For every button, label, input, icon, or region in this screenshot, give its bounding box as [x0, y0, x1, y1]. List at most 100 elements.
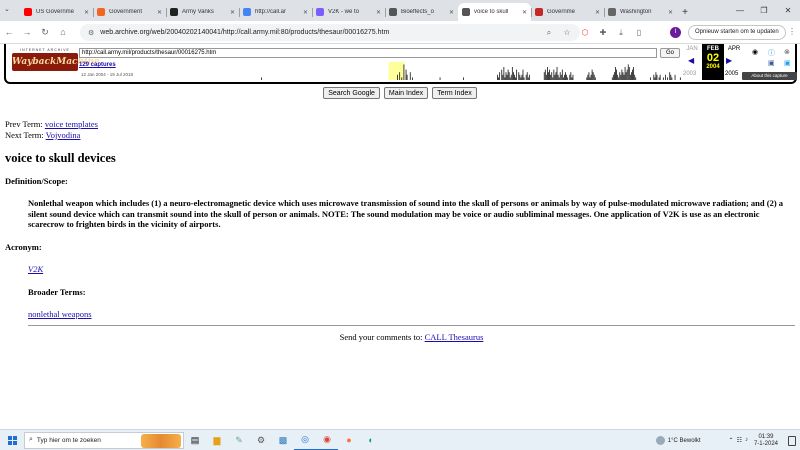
twitter-icon[interactable]: ▣: [784, 59, 791, 67]
sparkline-bar: [632, 69, 633, 80]
sparkline-bar: [549, 69, 551, 80]
tab-close-icon[interactable]: ✕: [230, 9, 235, 16]
maximize-icon[interactable]: ❐: [752, 0, 776, 21]
next-capture-arrow-icon[interactable]: ▶: [726, 56, 732, 65]
browser-tab[interactable]: voice to skull ✕: [458, 3, 531, 21]
prev-month-label: JAN: [686, 46, 698, 52]
go-button[interactable]: Go: [660, 48, 680, 58]
wayback-logo[interactable]: INTERNET ARCHIVE WaybackMachine: [12, 48, 100, 76]
firefox-icon[interactable]: ●: [338, 430, 360, 450]
site-info-icon[interactable]: ⚙: [88, 29, 94, 37]
facebook-icon[interactable]: ▣: [768, 59, 775, 67]
close-window-icon[interactable]: ✕: [776, 0, 800, 21]
sparkline-bar: [553, 69, 555, 80]
zoom-icon[interactable]: ⌕: [540, 24, 558, 41]
tab-close-icon[interactable]: ✕: [84, 9, 89, 16]
browser-tab[interactable]: V2K - we to ✕: [312, 3, 385, 21]
sparkline-bar: [403, 64, 405, 80]
update-button[interactable]: Opnieuw starten om te updaten: [688, 25, 786, 40]
side-panel-icon[interactable]: ▯: [630, 24, 648, 41]
browser-tab[interactable]: Washington ✕: [604, 3, 677, 21]
sparkline-bar: [586, 77, 588, 80]
task-view-icon[interactable]: ▤: [184, 430, 206, 450]
user-icon[interactable]: ◉: [752, 48, 758, 56]
clock[interactable]: 01:39 7-1-2024: [754, 434, 778, 448]
next-term-label: Next Term:: [5, 129, 44, 140]
wayback-url-input[interactable]: http://call.army.mil/products/thesaur/00…: [79, 48, 657, 58]
tab-close-icon[interactable]: ✕: [595, 9, 600, 16]
sparkline-bar: [562, 77, 564, 80]
settings-icon[interactable]: ⚙: [250, 430, 272, 450]
help-icon[interactable]: ⓘ: [768, 48, 775, 58]
forward-icon[interactable]: →: [18, 27, 36, 37]
address-bar[interactable]: ⚙ web.archive.org/web/20040202140041/htt…: [80, 24, 580, 41]
capture-date-range: 12 Jan 2004 - 19 Jul 2018: [81, 72, 134, 77]
tab-title: Government: [109, 9, 143, 15]
captures-link[interactable]: 129 captures: [79, 62, 116, 68]
browser-tab[interactable]: Bioeffects_o ✕: [385, 3, 458, 21]
prev-term-link[interactable]: voice templates: [45, 119, 98, 129]
broader-term-link[interactable]: nonlethal weapons: [28, 309, 92, 319]
tab-close-icon[interactable]: ✕: [449, 9, 454, 16]
app-icon[interactable]: ◎: [294, 430, 316, 450]
browser-tab[interactable]: http://call.ar ✕: [239, 3, 312, 21]
prev-term-label: Prev Term:: [5, 119, 43, 129]
sparkline-bar: [261, 77, 262, 80]
new-tab-button[interactable]: +: [677, 3, 693, 21]
menu-icon[interactable]: ⋮: [788, 27, 796, 36]
notifications-icon[interactable]: [788, 435, 796, 446]
next-month-label: APR: [727, 46, 741, 52]
profile-avatar[interactable]: I: [670, 27, 681, 38]
back-icon[interactable]: ←: [0, 27, 18, 37]
browser-tab[interactable]: Governme ✕: [531, 3, 604, 21]
start-button[interactable]: [0, 430, 24, 450]
sparkline-bar: [629, 74, 631, 80]
photos-icon[interactable]: ▩: [272, 430, 294, 450]
sparkline-bar: [506, 74, 508, 80]
network-icon[interactable]: ☷: [737, 437, 742, 444]
extension-red-icon[interactable]: ⬡: [576, 24, 594, 41]
volume-icon[interactable]: ♪: [745, 437, 748, 444]
bookmark-star-icon[interactable]: ☆: [558, 24, 576, 41]
taskbar-search[interactable]: ⌕ Typ hier om te zoeken: [24, 431, 184, 449]
edge-icon[interactable]: ◐: [360, 430, 382, 450]
term-index-button[interactable]: Term Index: [432, 87, 477, 99]
tab-close-icon[interactable]: ✕: [376, 9, 381, 16]
close-toolbar-icon[interactable]: ⊗: [784, 48, 790, 56]
file-explorer-icon[interactable]: ▆: [206, 430, 228, 450]
sparkline-bar: [571, 77, 573, 80]
show-hidden-icon[interactable]: ⌃: [729, 437, 734, 444]
sparkline-bar: [634, 74, 636, 80]
browser-tab[interactable]: Government ✕: [93, 3, 166, 21]
browser-tab[interactable]: Army Vanks ✕: [166, 3, 239, 21]
next-term-link[interactable]: Vojvodina: [46, 130, 81, 140]
about-capture-button[interactable]: About this capture: [742, 72, 797, 80]
minimize-icon[interactable]: —: [728, 0, 752, 21]
wayback-toolbar: INTERNET ARCHIVE WaybackMachine http://c…: [4, 44, 797, 84]
notepad-icon[interactable]: ✎: [228, 430, 250, 450]
search-google-button[interactable]: Search Google: [323, 87, 380, 99]
next-term: Next Term: Vojvodina: [5, 130, 795, 141]
call-thesaurus-link[interactable]: CALL Thesaurus: [425, 332, 484, 342]
prev-capture-arrow-icon[interactable]: ◀: [688, 56, 694, 65]
tab-close-icon[interactable]: ✕: [522, 9, 527, 16]
comments-text: Send your comments to:: [339, 331, 423, 342]
acronym-link[interactable]: V2K: [28, 264, 43, 274]
reload-icon[interactable]: ↻: [36, 27, 54, 38]
home-icon[interactable]: ⌂: [54, 27, 72, 37]
tab-close-icon[interactable]: ✕: [303, 9, 308, 16]
tab-favicon-icon: [462, 8, 470, 16]
tab-close-icon[interactable]: ✕: [157, 9, 162, 16]
main-index-button[interactable]: Main Index: [383, 87, 429, 99]
sparkline-bar: [669, 72, 671, 80]
browser-tab[interactable]: US Governme ✕: [20, 3, 93, 21]
weather-widget[interactable]: 1°C Bewolkt: [655, 436, 701, 445]
tab-close-icon[interactable]: ✕: [668, 9, 673, 16]
download-icon[interactable]: ⤓: [612, 24, 630, 41]
sparkline-bar: [543, 72, 545, 80]
chrome-icon[interactable]: ◉: [316, 430, 338, 450]
captures-sparkline[interactable]: [261, 62, 681, 80]
tab-search-icon[interactable]: ⌄: [4, 5, 10, 13]
extensions-icon[interactable]: ✚: [594, 24, 612, 41]
tab-favicon-icon: [97, 8, 105, 16]
